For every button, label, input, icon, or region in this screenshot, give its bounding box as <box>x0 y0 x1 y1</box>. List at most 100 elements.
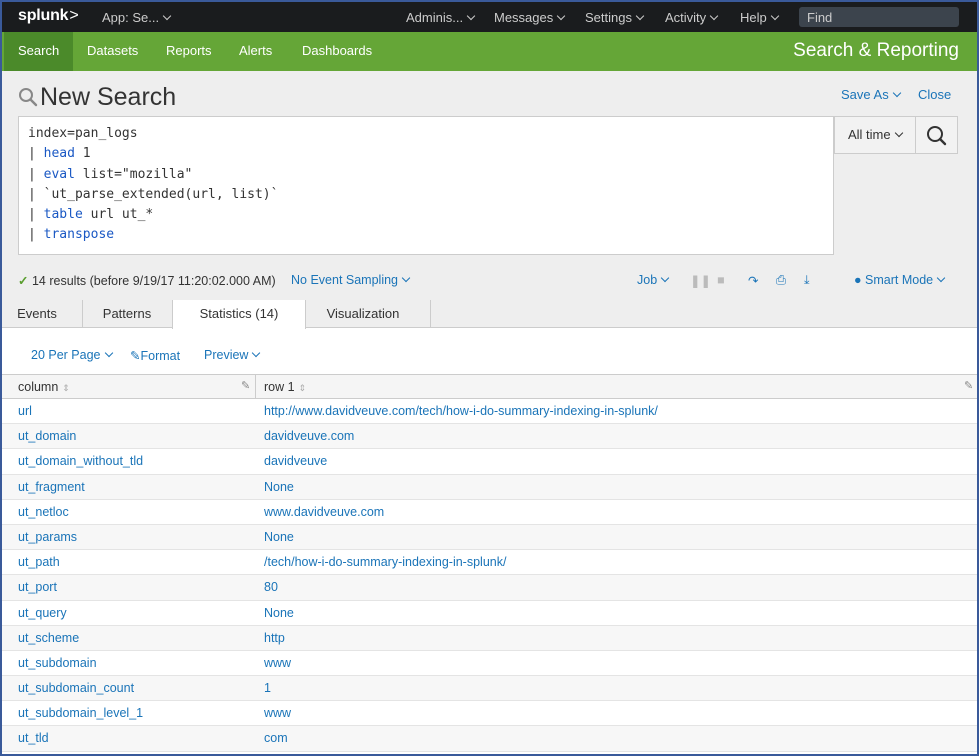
save-as-button[interactable]: Save As <box>841 87 901 102</box>
stop-icon[interactable]: ■ <box>717 273 725 287</box>
cell-row1-value[interactable]: www.davidveuve.com <box>264 505 384 519</box>
preview-dropdown[interactable]: Preview <box>204 348 261 362</box>
chevron-down-icon <box>252 348 261 358</box>
cell-column-name[interactable]: ut_domain_without_tld <box>18 454 143 468</box>
menu-messages[interactable]: Messages <box>494 10 566 25</box>
pause-icon[interactable]: ❚❚ <box>690 273 711 288</box>
edit-column-icon[interactable]: ✎ <box>241 379 250 392</box>
cell-column-name[interactable]: ut_params <box>18 530 77 544</box>
nav-search[interactable]: Search <box>4 32 74 71</box>
tab-statistics[interactable]: Statistics (14) <box>172 300 306 329</box>
cell-row1-value[interactable]: www <box>264 656 291 670</box>
mode-label: Smart Mode <box>865 273 934 287</box>
export-icon[interactable]: ⤓ <box>804 273 810 288</box>
menu-activity[interactable]: Activity <box>665 10 719 25</box>
pipe-char: | <box>28 186 44 202</box>
pencil-icon: ✎ <box>130 349 141 363</box>
cell-row1-value[interactable]: None <box>264 530 294 544</box>
menu-administrator[interactable]: Adminis... <box>406 10 476 25</box>
table-row: ut_query None <box>2 601 977 626</box>
page-title: New Search <box>40 83 177 111</box>
cell-row1-value[interactable]: 80 <box>264 580 278 594</box>
menu-settings[interactable]: Settings <box>585 10 645 25</box>
chevron-down-icon <box>635 11 645 21</box>
chevron-down-icon <box>466 11 476 21</box>
search-query-editor[interactable]: index=pan_logs | head 1 | eval list="mozil… <box>18 116 834 255</box>
run-search-button[interactable] <box>915 116 958 154</box>
tab-patterns[interactable]: Patterns <box>83 300 171 328</box>
cell-column-name[interactable]: ut_subdomain_level_1 <box>18 706 143 720</box>
app-menu[interactable]: App: Se... <box>102 10 172 25</box>
find-placeholder: Find <box>807 10 833 25</box>
cell-row1-value[interactable]: None <box>264 606 294 620</box>
nav-reports[interactable]: Reports <box>152 32 226 71</box>
menu-help[interactable]: Help <box>740 10 779 25</box>
cell-column-name[interactable]: ut_path <box>18 555 60 569</box>
event-sampling-dropdown[interactable]: No Event Sampling <box>291 273 411 287</box>
splunk-window: splunk> App: Se... Adminis... Messages S… <box>0 0 979 756</box>
tab-events[interactable]: Events <box>2 300 72 328</box>
table-row: ut_tld com <box>2 726 977 752</box>
cell-column-name[interactable]: ut_domain <box>18 429 76 443</box>
query-args: `ut_parse_extended(url, list)` <box>43 186 279 202</box>
query-args: list="mozilla" <box>74 166 193 182</box>
nav-datasets[interactable]: Datasets <box>73 32 152 71</box>
chevron-down-icon <box>709 11 719 21</box>
table-row: ut_path/tech/how-i-do-summary-indexing-i… <box>2 550 977 576</box>
table-row: ut_netloc www.davidveuve.com <box>2 500 977 525</box>
cell-column-name[interactable]: ut_tld <box>18 731 49 745</box>
cell-column-name[interactable]: ut_query <box>18 606 67 620</box>
cell-row1-value[interactable]: 1 <box>264 681 271 695</box>
cell-row1-value[interactable]: com <box>264 731 288 745</box>
tab-visualization[interactable]: Visualization <box>307 300 419 328</box>
query-command: eval <box>43 166 75 182</box>
query-line: | eval list="mozilla" <box>28 165 824 185</box>
sort-icon: ⇕ <box>62 383 70 393</box>
results-table: column ⇕ ✎ row 1 ⇕ ✎ url http://www.davidve… <box>2 374 977 752</box>
top-bar: splunk> App: Se... Adminis... Messages S… <box>2 2 977 32</box>
cell-column-name[interactable]: ut_fragment <box>18 480 85 494</box>
job-menu[interactable]: Job <box>637 273 670 287</box>
logo-mark: > <box>69 7 79 24</box>
results-count: ✓ 14 results (before 9/19/17 11:20:02.00… <box>18 273 276 288</box>
find-input[interactable]: Find <box>799 7 959 27</box>
close-button[interactable]: Close <box>918 87 951 102</box>
print-icon[interactable]: ⎙ <box>776 273 786 288</box>
per-page-label: 20 Per Page <box>31 348 101 362</box>
cell-row1-value[interactable]: http <box>264 631 285 645</box>
cell-row1-value[interactable]: http://www.davidveuve.com/tech/how-i-do-… <box>264 404 658 418</box>
query-line: index=pan_logs <box>28 124 824 144</box>
cell-column-name[interactable]: ut_subdomain <box>18 656 97 670</box>
cell-column-name[interactable]: ut_port <box>18 580 57 594</box>
cell-row1-value[interactable]: None <box>264 480 294 494</box>
share-icon[interactable]: ↷ <box>748 273 758 288</box>
edit-column-icon[interactable]: ✎ <box>964 379 973 392</box>
per-page-dropdown[interactable]: 20 Per Page <box>31 348 113 362</box>
chevron-down-icon <box>660 273 670 283</box>
cell-row1-value[interactable]: davidveuve <box>264 454 327 468</box>
cell-column-name[interactable]: ut_scheme <box>18 631 79 645</box>
search-mode-dropdown[interactable]: ● Smart Mode <box>854 273 946 287</box>
table-header: column ⇕ ✎ row 1 ⇕ ✎ <box>2 374 977 399</box>
column-header-row1[interactable]: row 1 ⇕ <box>264 380 306 394</box>
menu-label: Adminis... <box>406 10 464 25</box>
cell-column-name[interactable]: url <box>18 404 32 418</box>
cell-column-name[interactable]: ut_subdomain_count <box>18 681 134 695</box>
table-controls: 20 Per Page ✎Format Preview <box>2 329 977 374</box>
format-button[interactable]: ✎Format <box>130 348 180 363</box>
column-header-column[interactable]: column ⇕ <box>18 380 70 394</box>
cell-row1-value[interactable]: www <box>264 706 291 720</box>
time-range-picker[interactable]: All time <box>834 116 916 154</box>
cell-row1-value[interactable]: /tech/how-i-do-summary-indexing-in-splun… <box>264 555 506 569</box>
menu-label: Activity <box>665 10 707 25</box>
chevron-down-icon <box>892 88 901 98</box>
check-icon: ✓ <box>18 274 29 288</box>
query-args: url ut_* <box>82 207 154 223</box>
chevron-down-icon <box>936 273 946 283</box>
table-row: ut_subdomain www <box>2 651 977 677</box>
nav-dashboards[interactable]: Dashboards <box>288 32 386 71</box>
cell-row1-value[interactable]: davidveuve.com <box>264 429 354 443</box>
cell-column-name[interactable]: ut_netloc <box>18 505 69 519</box>
nav-alerts[interactable]: Alerts <box>225 32 286 71</box>
splunk-logo[interactable]: splunk> <box>18 7 79 25</box>
